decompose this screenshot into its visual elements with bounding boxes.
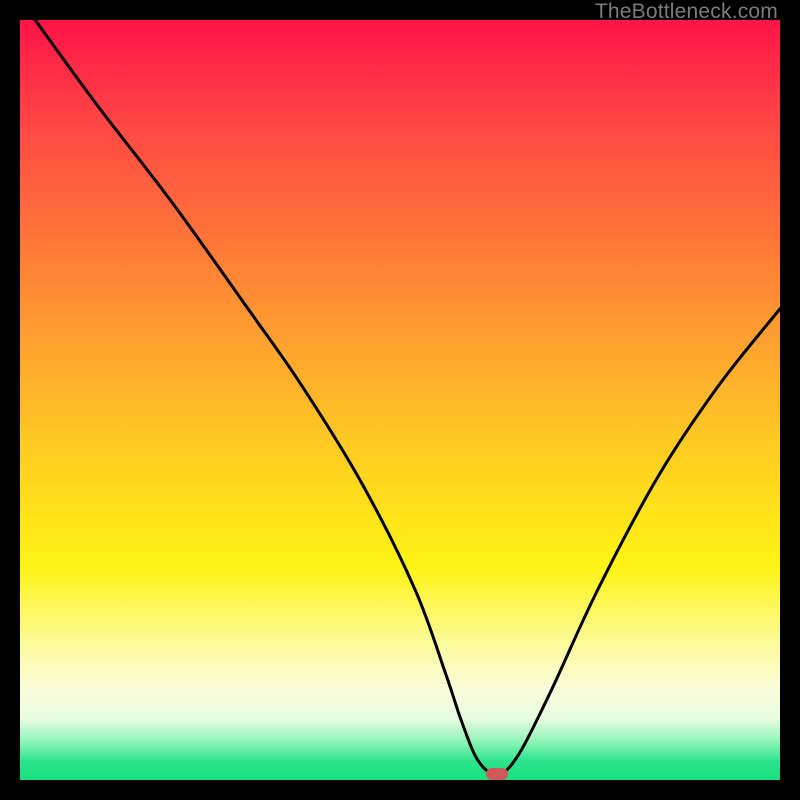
minimum-marker <box>486 768 508 780</box>
chart-frame: TheBottleneck.com <box>0 0 800 800</box>
bottleneck-curve <box>20 20 780 780</box>
plot-area <box>20 20 780 780</box>
